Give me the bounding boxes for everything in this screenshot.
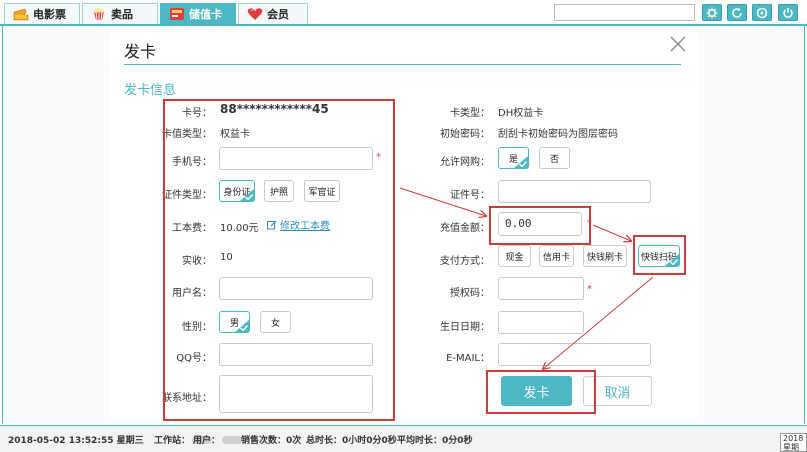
clock-widget-line1: 2018 <box>783 434 804 443</box>
status-user: 用户： <box>193 433 244 446</box>
check-icon <box>519 161 527 167</box>
check-icon <box>240 325 248 331</box>
redacted-mask <box>222 435 243 444</box>
status-avg-time: 平均时长：0分0秒 <box>397 436 473 446</box>
clock-widget: 2018 星期三 <box>780 433 807 452</box>
status-user-label: 用户： <box>193 436 221 446</box>
check-icon <box>670 259 678 265</box>
annotation-arrows <box>399 187 654 452</box>
status-sales-count: 销售次数：0次 <box>241 436 302 446</box>
status-total-time: 总时长：0小时0分0秒 <box>306 436 397 446</box>
check-icon <box>245 194 253 200</box>
arrow-left-to-recharge <box>399 187 486 216</box>
clock-widget-line2: 星期三 <box>783 443 799 452</box>
arrow-scan-to-submit <box>543 276 654 369</box>
arrow-recharge-to-scan <box>592 224 631 241</box>
status-datetime: 2018-05-02 13:52:55 星期三 <box>8 436 144 446</box>
status-workstation-label: 工作站： <box>154 436 191 446</box>
